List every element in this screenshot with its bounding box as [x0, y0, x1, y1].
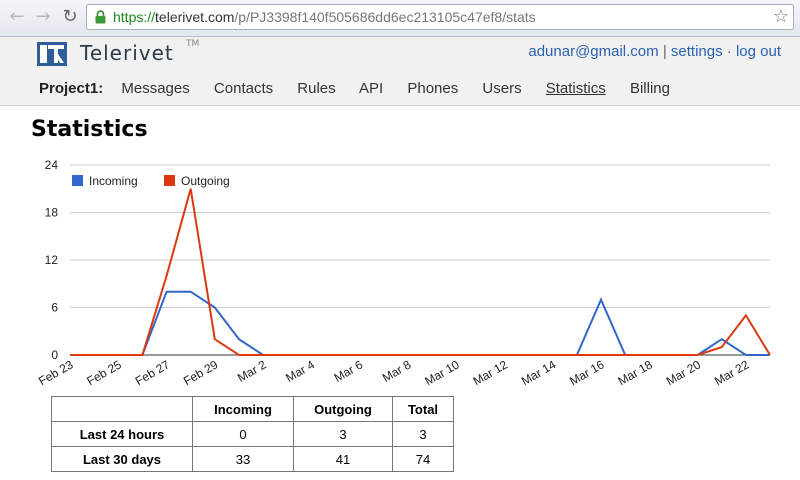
legend-label-outgoing: Outgoing [181, 174, 230, 188]
nav-item-messages[interactable]: Messages [121, 80, 189, 97]
table-header-outgoing: Outgoing [293, 396, 393, 422]
x-tick-label: Mar 8 [380, 357, 414, 385]
settings-link[interactable]: settings [671, 43, 723, 60]
table-header-row: Incoming Outgoing Total [51, 396, 454, 422]
x-tick-label: Mar 22 [712, 357, 752, 388]
x-tick-label: Feb 29 [181, 357, 221, 388]
nav-item-billing[interactable]: Billing [630, 80, 670, 97]
x-tick-label: Mar 2 [235, 357, 269, 385]
series-line-incoming [70, 290, 770, 356]
table-header-total: Total [392, 396, 454, 422]
nav-item-api[interactable]: API [359, 80, 383, 97]
x-tick-label: Mar 4 [283, 357, 317, 385]
cell-total: 3 [392, 421, 454, 447]
logout-link[interactable]: log out [736, 43, 781, 60]
y-tick-label: 24 [45, 158, 59, 172]
x-tick-label: Mar 12 [471, 357, 511, 388]
lock-icon [95, 10, 106, 24]
legend-swatch-outgoing [164, 175, 175, 186]
statistics-chart: 06121824Feb 23 Feb 25 Feb 27 Feb 29 Mar 2 Mar… [36, 158, 771, 388]
x-tick-label: Mar 16 [567, 357, 607, 388]
nav-item-users[interactable]: Users [482, 80, 521, 97]
user-links: adunar@gmail.com | settings · log out [528, 43, 781, 60]
y-tick-label: 0 [51, 348, 58, 362]
browser-toolbar: ← → ↻ https://telerivet.com/p/PJ3398f140… [0, 0, 800, 37]
x-tick-label: Mar 10 [422, 357, 462, 388]
nav-item-statistics[interactable]: Statistics [546, 80, 606, 97]
app-header: Telerivet TM adunar@gmail.com | settings… [0, 37, 800, 106]
nav-item-contacts[interactable]: Contacts [214, 80, 273, 97]
x-tick-label: Feb 27 [133, 357, 173, 388]
y-tick-label: 18 [45, 206, 59, 220]
user-email-link[interactable]: adunar@gmail.com [528, 43, 658, 60]
cell-total: 74 [392, 446, 454, 472]
x-tick-label: Feb 25 [84, 357, 124, 388]
nav-item-rules[interactable]: Rules [297, 80, 335, 97]
x-tick-label: Mar 20 [664, 357, 704, 388]
table-row: Last 30 days 33 41 74 [51, 446, 454, 472]
project-nav: Project1: Messages Contacts Rules API Ph… [39, 80, 690, 97]
x-tick-label: Mar 18 [615, 357, 655, 388]
legend-swatch-incoming [72, 175, 83, 186]
table-header-incoming: Incoming [192, 396, 294, 422]
logo-text: Telerivet [80, 41, 174, 65]
url-text: https://telerivet.com/p/PJ3398f140f50568… [113, 9, 536, 25]
url-path: /p/PJ3398f140f505686dd6ec213105c47ef8/st… [234, 9, 536, 25]
bookmark-star-icon[interactable]: ☆ [773, 7, 789, 27]
table-row: Last 24 hours 0 3 3 [51, 421, 454, 447]
project-label: Project1: [39, 80, 104, 97]
trademark: TM [186, 39, 200, 49]
separator: · [726, 43, 732, 60]
url-host: telerivet.com [155, 9, 235, 25]
cell-outgoing: 3 [293, 421, 393, 447]
telerivet-logo-icon [37, 42, 67, 66]
page-title: Statistics [31, 117, 148, 142]
back-arrow-icon[interactable]: ← [4, 4, 30, 30]
nav-item-phones[interactable]: Phones [407, 80, 458, 97]
address-bar[interactable]: https://telerivet.com/p/PJ3398f140f50568… [86, 4, 794, 30]
stats-table: Incoming Outgoing Total Last 24 hours 0 … [51, 396, 454, 472]
cell-incoming: 33 [192, 446, 294, 472]
row-label: Last 30 days [51, 446, 193, 472]
row-label: Last 24 hours [51, 421, 193, 447]
y-tick-label: 12 [45, 253, 59, 267]
separator: | [662, 43, 667, 60]
forward-arrow-icon[interactable]: → [30, 4, 56, 30]
legend-label-incoming: Incoming [89, 174, 138, 188]
cell-incoming: 0 [192, 421, 294, 447]
cell-outgoing: 41 [293, 446, 393, 472]
url-scheme: https:// [113, 9, 156, 25]
x-tick-label: Mar 14 [519, 357, 559, 388]
reload-icon[interactable]: ↻ [57, 4, 83, 30]
y-tick-label: 6 [51, 301, 58, 315]
x-tick-label: Mar 6 [332, 357, 366, 385]
series-line-outgoing [70, 188, 771, 356]
table-header-blank [51, 396, 193, 422]
